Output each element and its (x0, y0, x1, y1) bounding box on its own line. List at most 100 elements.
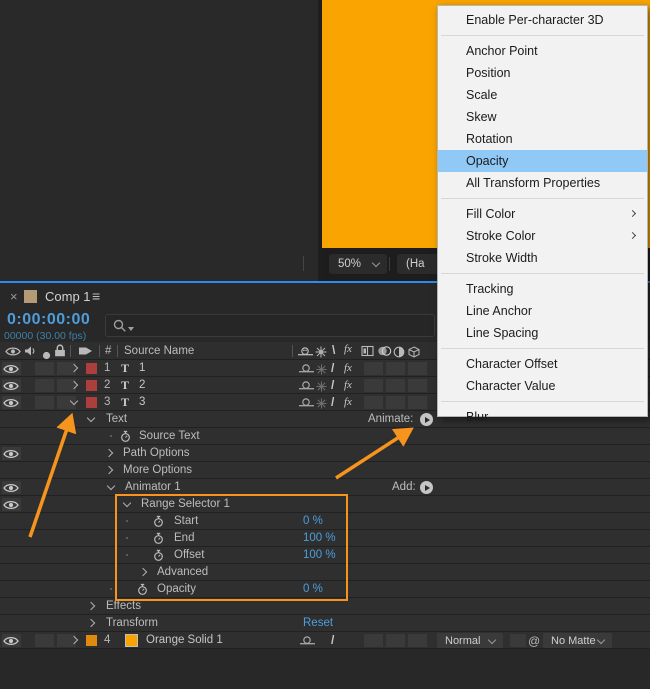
menu-item-tracking[interactable]: Tracking (438, 278, 647, 300)
eye-toggle[interactable] (2, 396, 21, 409)
collapse-chevron-icon[interactable] (86, 413, 96, 423)
frame-blend-cell[interactable] (364, 634, 383, 647)
menu-separator (438, 269, 647, 278)
current-timecode[interactable]: 0:00:00:00 (7, 311, 90, 329)
track-matte-pickwhip-icon[interactable]: @ (528, 633, 540, 649)
3d-cell[interactable] (408, 379, 427, 392)
motion-blur-cell[interactable] (386, 362, 405, 375)
label-color-swatch[interactable] (86, 635, 97, 646)
fx-toggle-icon[interactable]: fx (344, 360, 352, 376)
reset-button[interactable]: Reset (303, 615, 333, 631)
collapse-chevron-icon[interactable] (106, 481, 116, 491)
menu-item-all-transform-properties[interactable]: All Transform Properties (438, 172, 647, 194)
app-window: 50% (Ha × Comp 1 ≡ 0:00:00:00 00000 (30.… (0, 0, 650, 689)
expand-chevron-icon[interactable] (86, 601, 96, 611)
eye-toggle[interactable] (2, 447, 21, 460)
row-path-options[interactable]: Path Options (0, 445, 650, 462)
add-menu-button[interactable] (420, 481, 433, 494)
expand-chevron-icon[interactable] (104, 448, 114, 458)
search-options-arrow-icon[interactable] (128, 327, 134, 331)
panel-menu-icon[interactable]: ≡ (92, 288, 100, 304)
fx-toggle-icon[interactable]: fx (344, 377, 352, 393)
row-layer-4[interactable]: 4 Orange Solid 1 / Normal @ No Matte (0, 632, 650, 649)
frame-blend-cell[interactable] (364, 362, 383, 375)
row-more-options[interactable]: More Options (0, 462, 650, 479)
menu-item-character-offset[interactable]: Character Offset (438, 353, 647, 375)
label-color-swatch[interactable] (86, 363, 97, 374)
menu-item-stroke-color[interactable]: Stroke Color (438, 225, 647, 247)
chevron-down-icon (596, 635, 606, 645)
menu-item-line-spacing[interactable]: Line Spacing (438, 322, 647, 344)
menu-item-character-value[interactable]: Character Value (438, 375, 647, 397)
quality-toggle-icon[interactable]: / (331, 394, 334, 410)
frame-blend-cell[interactable] (364, 396, 383, 409)
shy-toggle-icon[interactable] (299, 362, 314, 378)
preserve-transparency-cell[interactable] (510, 634, 526, 647)
menu-item-line-anchor[interactable]: Line Anchor (438, 300, 647, 322)
fx-column-icon[interactable]: fx (344, 343, 352, 355)
label-color-swatch[interactable] (86, 397, 97, 408)
eye-toggle[interactable] (2, 362, 21, 375)
audio-cell[interactable] (35, 379, 54, 392)
menu-item-stroke-width[interactable]: Stroke Width (438, 247, 647, 269)
menu-item-rotation[interactable]: Rotation (438, 128, 647, 150)
3d-cell[interactable] (408, 634, 427, 647)
menu-item-anchor-point[interactable]: Anchor Point (438, 40, 647, 62)
track-matte-dropdown[interactable]: No Matte (543, 633, 612, 648)
chevron-down-icon (487, 635, 497, 645)
eye-toggle[interactable] (2, 481, 21, 494)
row-transform[interactable]: Transform Reset (0, 615, 650, 632)
quality-toggle-icon[interactable]: / (331, 632, 334, 648)
animate-menu-button[interactable] (420, 413, 433, 426)
blend-mode-dropdown[interactable]: Normal (437, 633, 503, 648)
group-label[interactable]: Path Options (123, 445, 189, 461)
audio-cell[interactable] (35, 396, 54, 409)
menu-item-fill-color[interactable]: Fill Color (438, 203, 647, 225)
source-name-column-header[interactable]: Source Name (124, 344, 194, 358)
menu-item-blur[interactable]: Blur (438, 406, 647, 428)
expand-chevron-icon[interactable] (104, 465, 114, 475)
menu-item-scale[interactable]: Scale (438, 84, 647, 106)
close-icon[interactable]: × (10, 289, 18, 304)
group-label[interactable]: More Options (123, 462, 192, 478)
layer-name[interactable]: 1 (139, 360, 145, 376)
motion-blur-cell[interactable] (386, 379, 405, 392)
menu-item-skew[interactable]: Skew (438, 106, 647, 128)
group-label[interactable]: Transform (106, 615, 158, 631)
label-color-swatch[interactable] (86, 380, 97, 391)
menu-item-position[interactable]: Position (438, 62, 647, 84)
shy-toggle-icon[interactable] (300, 634, 315, 650)
number-column-header[interactable]: # (105, 344, 111, 358)
menu-item-opacity[interactable]: Opacity (438, 150, 647, 172)
3d-cell[interactable] (408, 362, 427, 375)
shy-toggle-icon[interactable] (299, 379, 314, 395)
motion-blur-cell[interactable] (386, 634, 405, 647)
zoom-dropdown[interactable]: 50% (329, 254, 387, 274)
group-label[interactable]: Text (106, 411, 127, 427)
solid-color-swatch[interactable] (125, 634, 138, 647)
shy-toggle-icon[interactable] (299, 396, 314, 412)
quality-toggle-icon[interactable]: / (331, 360, 334, 376)
fx-toggle-icon[interactable]: fx (344, 394, 352, 410)
search-input[interactable] (105, 314, 435, 337)
eye-toggle[interactable] (2, 498, 21, 511)
tab-comp-title[interactable]: Comp 1 (45, 289, 91, 304)
menu-item-enable-per-character-3d[interactable]: Enable Per-character 3D (438, 9, 647, 31)
quality-toggle-icon[interactable]: / (331, 377, 334, 393)
layer-name[interactable]: 3 (139, 394, 145, 410)
group-label[interactable]: Animator 1 (125, 479, 181, 495)
audio-cell[interactable] (35, 634, 54, 647)
quality-column-icon[interactable]: \ (332, 343, 335, 357)
row-source-text[interactable]: Source Text (0, 428, 650, 445)
layer-name[interactable]: Orange Solid 1 (146, 632, 223, 648)
frame-blend-cell[interactable] (364, 379, 383, 392)
motion-blur-cell[interactable] (386, 396, 405, 409)
property-label[interactable]: Source Text (139, 428, 200, 444)
eye-toggle[interactable] (2, 379, 21, 392)
audio-cell[interactable] (35, 362, 54, 375)
menu-separator (438, 397, 647, 406)
3d-cell[interactable] (408, 396, 427, 409)
expand-chevron-icon[interactable] (86, 618, 96, 628)
eye-toggle[interactable] (2, 634, 21, 647)
layer-name[interactable]: 2 (139, 377, 145, 393)
